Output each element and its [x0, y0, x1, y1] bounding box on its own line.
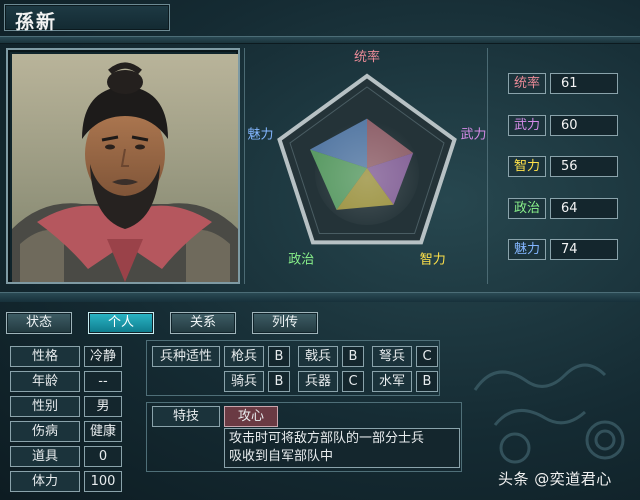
- stat-label-zhengzhi: 政治: [508, 198, 546, 219]
- radar-axis-label-zhili: 智力: [420, 253, 446, 268]
- aptitude-grade-navy: B: [416, 371, 438, 392]
- aptitude-unit-siege: 兵器: [298, 371, 338, 392]
- watermark-author: @奕道君心: [534, 470, 612, 488]
- injury-label: 伤病: [10, 421, 80, 442]
- stat-value-meili: 74: [550, 239, 618, 260]
- stats-radar-chart: 统率 武力 智力 政治 魅力: [247, 49, 486, 268]
- radar-axis-label-meili: 魅力: [247, 127, 273, 142]
- aptitude-unit-cavalry: 骑兵: [224, 371, 264, 392]
- personality-value: 冷静: [84, 346, 122, 367]
- cloud-decoration: [473, 363, 625, 464]
- radar-axis-label-zhengzhi: 政治: [288, 253, 314, 268]
- stats-radar-panel: 统率 武力 智力 政治 魅力: [244, 48, 488, 284]
- watermark: 头条 @奕道君心: [498, 468, 612, 489]
- aptitude-unit-halberd: 戟兵: [298, 346, 338, 367]
- top-divider: [0, 36, 640, 44]
- stat-label-meili: 魅力: [508, 239, 546, 260]
- watermark-platform: 头条: [498, 470, 530, 488]
- aptitude-unit-crossbow: 弩兵: [372, 346, 412, 367]
- skill-description: 攻击时可将敌方部队的一部分士兵 吸收到自军部队中: [224, 428, 460, 468]
- stat-label-tongshuai: 统率: [508, 73, 546, 94]
- character-name-box: 孫新: [4, 4, 170, 33]
- skill-description-line-1: 攻击时可将敌方部队的一部分士兵: [229, 431, 425, 446]
- stamina-value: 100: [84, 471, 122, 492]
- stat-value-zhengzhi: 64: [550, 198, 618, 219]
- portrait-frame: [6, 48, 240, 284]
- tab-biography[interactable]: 列传: [252, 312, 318, 334]
- age-value: --: [84, 371, 122, 392]
- skill-name[interactable]: 攻心: [224, 406, 278, 427]
- stat-value-zhili: 56: [550, 156, 618, 177]
- aptitude-grade-siege: C: [342, 371, 364, 392]
- tab-personal[interactable]: 个人: [88, 312, 154, 334]
- tab-status[interactable]: 状态: [6, 312, 72, 334]
- items-label: 道具: [10, 446, 80, 467]
- gender-label: 性别: [10, 396, 80, 417]
- character-portrait: [12, 54, 238, 282]
- radar-axis-label-wuli: 武力: [460, 127, 486, 142]
- skill-description-line-2: 吸收到自军部队中: [229, 449, 334, 464]
- aptitude-unit-spear: 枪兵: [224, 346, 264, 367]
- aptitude-grade-crossbow: C: [416, 346, 438, 367]
- personality-label: 性格: [10, 346, 80, 367]
- aptitude-grade-cavalry: B: [268, 371, 290, 392]
- radar-axis-label-tongshuai: 统率: [354, 49, 380, 65]
- injury-value: 健康: [84, 421, 122, 442]
- middle-divider: [0, 292, 640, 302]
- items-value: 0: [84, 446, 122, 467]
- stat-label-wuli: 武力: [508, 115, 546, 136]
- aptitude-title: 兵种适性: [152, 346, 220, 367]
- stat-label-zhili: 智力: [508, 156, 546, 177]
- aptitude-unit-navy: 水军: [372, 371, 412, 392]
- skill-label: 特技: [152, 406, 220, 427]
- stat-value-tongshuai: 61: [550, 73, 618, 94]
- character-name: 孫新: [15, 11, 58, 33]
- age-label: 年龄: [10, 371, 80, 392]
- tab-relations[interactable]: 关系: [170, 312, 236, 334]
- stat-value-wuli: 60: [550, 115, 618, 136]
- stamina-label: 体力: [10, 471, 80, 492]
- aptitude-grade-spear: B: [268, 346, 290, 367]
- gender-value: 男: [84, 396, 122, 417]
- aptitude-grade-halberd: B: [342, 346, 364, 367]
